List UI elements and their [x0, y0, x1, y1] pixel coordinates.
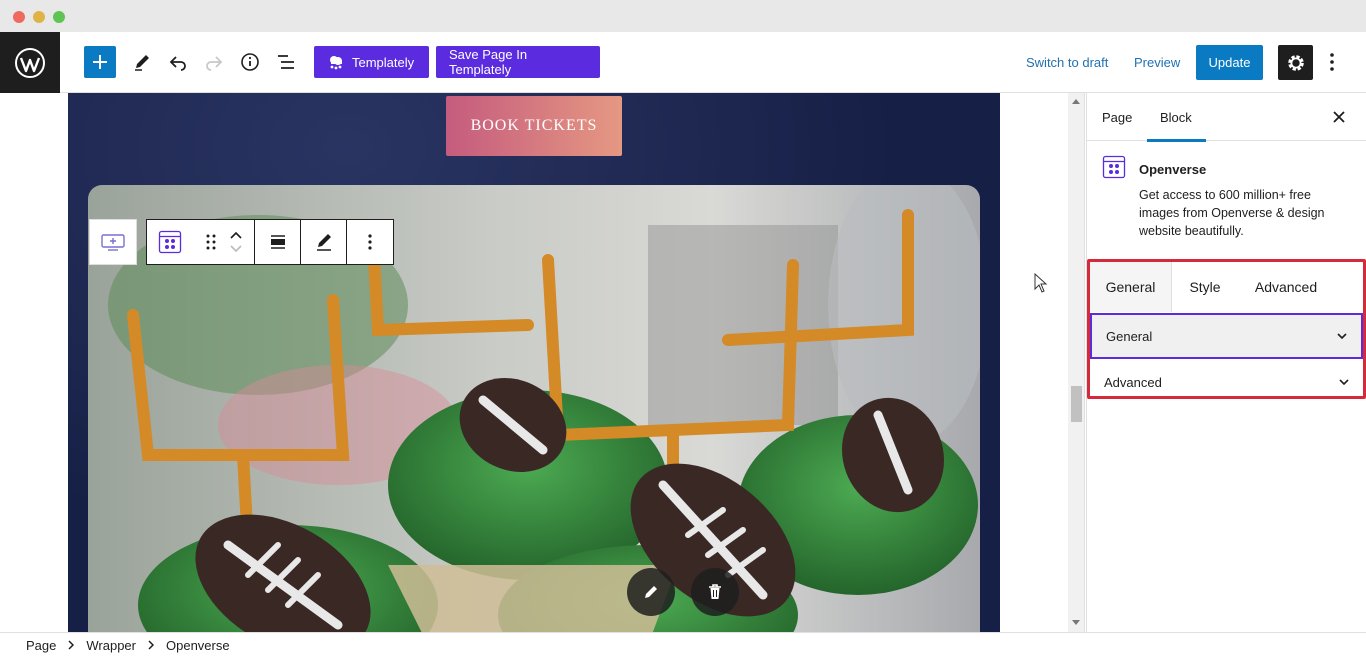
details-button[interactable] — [234, 46, 266, 78]
app-window: Templately Save Page In Templately Switc… — [0, 0, 1366, 657]
close-sidebar-button[interactable] — [1327, 105, 1351, 129]
options-button[interactable] — [1320, 46, 1344, 78]
edit-pencil-icon — [316, 234, 331, 251]
chevron-down-icon — [1339, 379, 1349, 386]
mouse-cursor-icon — [1034, 273, 1048, 293]
templately-button[interactable]: Templately — [314, 46, 429, 78]
move-controls — [193, 220, 255, 264]
redo-button[interactable] — [198, 46, 230, 78]
breadcrumb-openverse[interactable]: Openverse — [166, 638, 230, 653]
settings-sidebar: Page Block Openverse Get access to 600 m… — [1086, 93, 1366, 632]
chevron-down-icon — [1337, 333, 1347, 340]
accordion-general[interactable]: General — [1090, 313, 1363, 359]
list-view-button[interactable] — [270, 46, 302, 78]
tab-block-label: Block — [1160, 109, 1192, 125]
update-button[interactable]: Update — [1196, 45, 1263, 80]
block-controls-group — [146, 219, 394, 265]
tab-general-label: General — [1105, 279, 1156, 295]
drag-handle-icon[interactable] — [206, 234, 216, 250]
tab-advanced[interactable]: Advanced — [1242, 262, 1330, 312]
move-arrows — [229, 231, 242, 253]
block-toolbar — [89, 219, 394, 265]
accordion-general-label: General — [1106, 328, 1153, 344]
panel-tabs: General Style Advanced — [1090, 262, 1363, 314]
block-type-button[interactable] — [147, 220, 193, 264]
edit-block-button[interactable] — [301, 220, 347, 264]
close-icon — [1333, 111, 1345, 123]
tab-general[interactable]: General — [1090, 262, 1172, 312]
book-tickets-button[interactable]: BOOK TICKETS — [446, 96, 622, 156]
tools-button[interactable] — [126, 46, 158, 78]
pencil-icon — [645, 586, 657, 598]
canvas-scrollbar[interactable] — [1068, 93, 1085, 632]
templately-add-group — [89, 219, 137, 265]
pencil-icon — [135, 55, 149, 71]
save-page-templately-button[interactable]: Save Page In Templately — [436, 46, 600, 78]
delete-image-button[interactable] — [691, 568, 739, 616]
plus-icon — [93, 55, 107, 69]
more-icon — [368, 234, 372, 250]
block-options-button[interactable] — [347, 220, 393, 264]
editor-header: Templately Save Page In Templately Switc… — [0, 32, 1366, 93]
openverse-block-icon — [158, 230, 182, 254]
tab-style-label: Style — [1189, 279, 1221, 295]
close-window-icon[interactable] — [13, 11, 25, 23]
tab-advanced-label: Advanced — [1254, 279, 1318, 295]
info-icon — [241, 53, 259, 71]
scroll-down-icon[interactable] — [1072, 620, 1080, 625]
edit-image-button[interactable] — [627, 568, 675, 616]
align-button[interactable] — [255, 220, 301, 264]
breadcrumb: Page Wrapper Openverse — [0, 632, 1366, 657]
sidebar-tabs: Page Block — [1087, 93, 1366, 142]
page-content-area: BOOK TICKETS — [68, 93, 1000, 632]
book-tickets-label: BOOK TICKETS — [470, 117, 598, 134]
block-description: Get access to 600 million+ free images f… — [1139, 188, 1325, 238]
maximize-window-icon[interactable] — [53, 11, 65, 23]
scroll-up-icon[interactable] — [1072, 99, 1080, 104]
chevron-up-icon[interactable] — [229, 231, 242, 239]
redo-icon — [206, 56, 223, 71]
tab-page[interactable]: Page — [1102, 93, 1132, 141]
kebab-icon — [1330, 53, 1334, 71]
chevron-down-icon[interactable] — [229, 245, 242, 253]
breadcrumb-wrapper[interactable]: Wrapper — [86, 638, 136, 653]
openverse-block-icon — [1102, 155, 1126, 179]
minimize-window-icon[interactable] — [33, 11, 45, 23]
scroll-thumb[interactable] — [1071, 386, 1082, 422]
align-icon — [270, 235, 285, 249]
preview-button[interactable]: Preview — [1134, 46, 1180, 78]
breadcrumb-page[interactable]: Page — [26, 638, 56, 653]
accordion-advanced-label: Advanced — [1104, 374, 1162, 390]
editor-canvas: BOOK TICKETS — [0, 93, 1068, 632]
templately-cloud-icon — [330, 56, 342, 70]
wordpress-logo-icon[interactable] — [0, 32, 60, 93]
templately-button-label: Templately — [352, 54, 415, 70]
list-view-icon — [278, 55, 294, 69]
trash-icon — [709, 584, 721, 599]
switch-to-draft-button[interactable]: Switch to draft — [1026, 46, 1108, 78]
chevron-right-icon — [148, 640, 154, 650]
chevron-right-icon — [68, 640, 75, 650]
tab-style[interactable]: Style — [1172, 262, 1238, 312]
undo-button[interactable] — [162, 46, 194, 78]
tab-page-label: Page — [1102, 109, 1133, 125]
templately-add-icon — [101, 234, 125, 251]
settings-button[interactable] — [1278, 45, 1313, 80]
block-title: Openverse — [1139, 162, 1207, 177]
window-titlebar — [0, 0, 1366, 32]
save-page-templately-label: Save Page In Templately — [449, 47, 528, 77]
tab-block[interactable]: Block — [1147, 93, 1206, 142]
gear-icon — [1287, 54, 1304, 71]
update-label: Update — [1208, 55, 1251, 70]
block-settings-panel: General Style Advanced General Advanced — [1087, 259, 1366, 399]
switch-to-draft-label: Switch to draft — [1026, 54, 1109, 70]
undo-icon — [169, 56, 186, 71]
preview-label: Preview — [1134, 54, 1181, 70]
add-block-button[interactable] — [84, 46, 116, 78]
templately-add-button[interactable] — [90, 220, 136, 264]
accordion-advanced[interactable]: Advanced — [1090, 367, 1363, 397]
